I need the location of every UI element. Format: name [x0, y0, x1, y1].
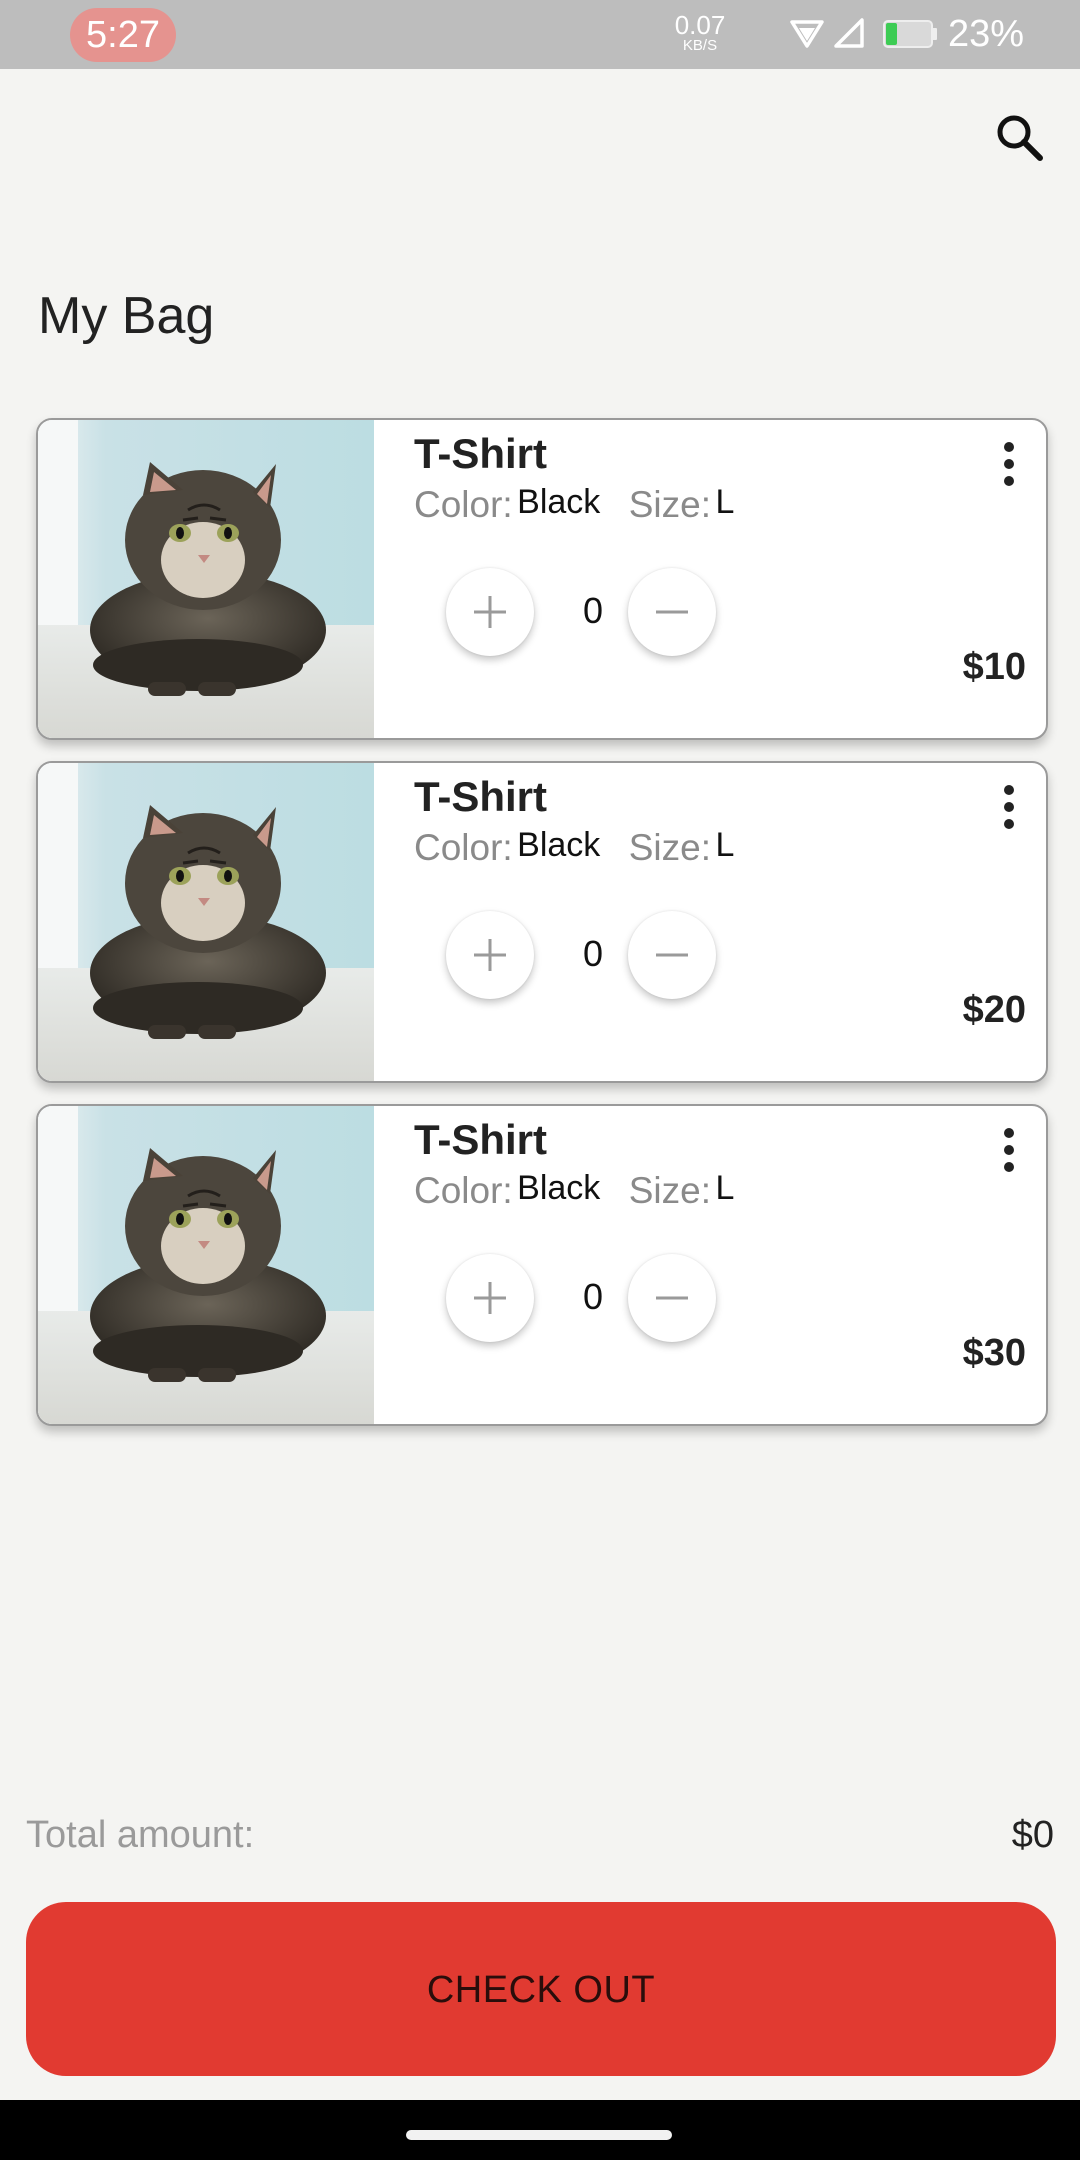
product-attributes: Color: Black Size: L [414, 826, 735, 875]
more-options-icon[interactable] [1004, 785, 1016, 831]
minus-icon [656, 1296, 688, 1300]
product-card[interactable]: T-Shirt Color: Black Size: L 0 $30 [36, 1104, 1048, 1426]
minus-icon [656, 610, 688, 614]
decrease-quantity-button[interactable] [628, 1254, 716, 1342]
network-speed-value: 0.07 [674, 10, 726, 40]
home-gesture-handle[interactable] [406, 2130, 672, 2140]
product-price: $30 [962, 1332, 1026, 1374]
quantity-value: 0 [582, 933, 604, 974]
size-label: Size: [628, 827, 712, 868]
wifi-icon [790, 20, 824, 48]
minus-icon [656, 953, 688, 957]
quantity-value: 0 [582, 1276, 604, 1317]
battery-icon [883, 20, 937, 48]
color-value: Black [517, 1169, 601, 1207]
color-value: Black [517, 483, 601, 521]
network-speed-unit: KB/S [682, 37, 718, 54]
more-options-icon[interactable] [1004, 442, 1016, 488]
page-title: My Bag [38, 287, 215, 345]
increase-quantity-button[interactable] [446, 568, 534, 656]
product-image [38, 420, 374, 738]
checkout-button[interactable]: CHECK OUT [26, 1902, 1056, 2076]
product-price: $10 [962, 646, 1026, 688]
total-amount-label: Total amount: [26, 1814, 255, 1856]
size-value: L [715, 826, 735, 864]
color-label: Color: [414, 484, 513, 525]
search-icon[interactable] [994, 112, 1046, 164]
color-value: Black [517, 826, 601, 864]
product-attributes: Color: Black Size: L [414, 1169, 735, 1218]
product-image [38, 1106, 374, 1424]
size-value: L [715, 483, 735, 521]
status-bar: 5:27 0.07 KB/S 23% [0, 0, 1080, 69]
status-time: 5:27 [70, 8, 176, 62]
battery-percent: 23% [948, 13, 1025, 55]
color-label: Color: [414, 827, 513, 868]
size-label: Size: [628, 484, 712, 525]
plus-icon [474, 596, 506, 628]
signal-icon [834, 18, 864, 48]
plus-icon [474, 939, 506, 971]
product-name: T-Shirt [414, 773, 547, 820]
total-amount-value: $0 [1011, 1814, 1054, 1856]
increase-quantity-button[interactable] [446, 1254, 534, 1342]
size-label: Size: [628, 1170, 712, 1211]
product-name: T-Shirt [414, 1116, 547, 1163]
color-label: Color: [414, 1170, 513, 1211]
product-price: $20 [962, 989, 1026, 1031]
more-options-icon[interactable] [1004, 1128, 1016, 1174]
network-speed: 0.07 KB/S [668, 12, 732, 54]
decrease-quantity-button[interactable] [628, 911, 716, 999]
product-image [38, 763, 374, 1081]
decrease-quantity-button[interactable] [628, 568, 716, 656]
increase-quantity-button[interactable] [446, 911, 534, 999]
quantity-value: 0 [582, 590, 604, 631]
product-name: T-Shirt [414, 430, 547, 477]
product-card[interactable]: T-Shirt Color: Black Size: L 0 $20 [36, 761, 1048, 1083]
size-value: L [715, 1169, 735, 1207]
product-card[interactable]: T-Shirt Color: Black Size: L 0 $10 [36, 418, 1048, 740]
plus-icon [474, 1282, 506, 1314]
product-attributes: Color: Black Size: L [414, 483, 735, 532]
